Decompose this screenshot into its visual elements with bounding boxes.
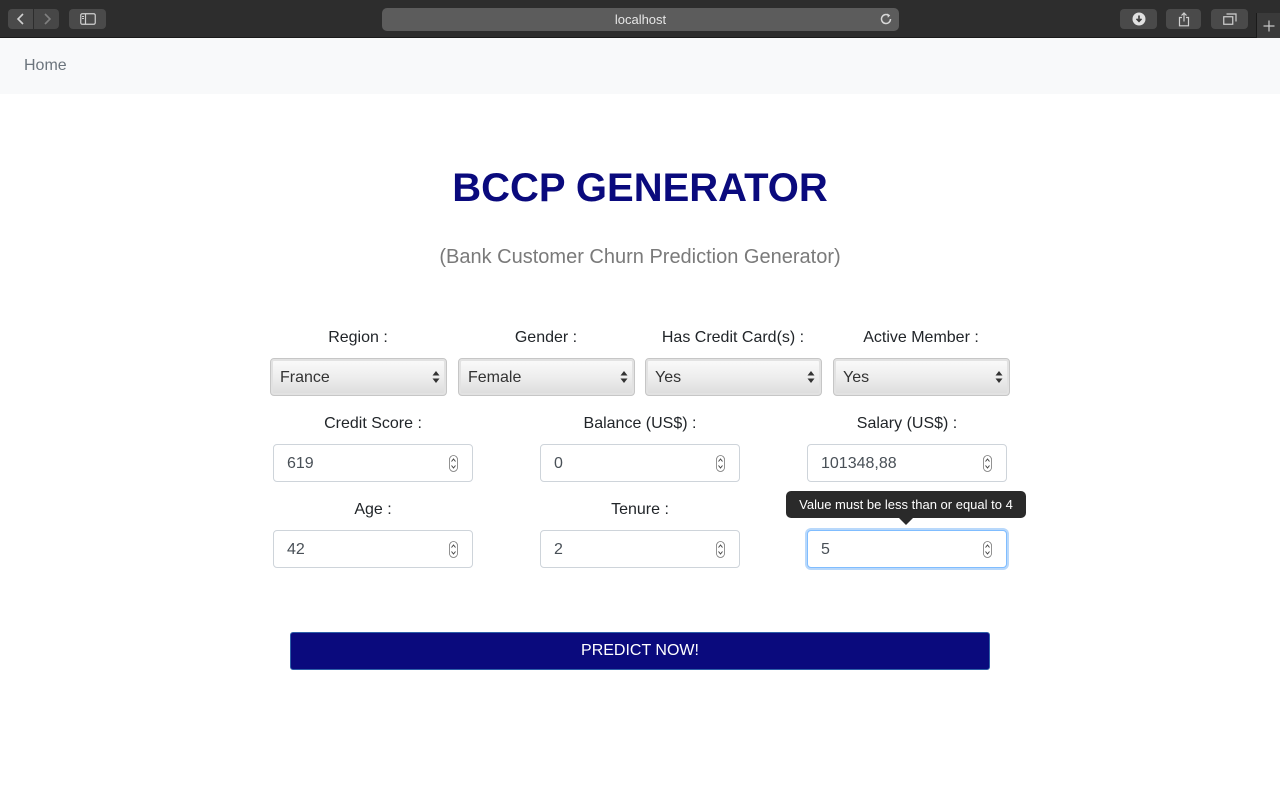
page-title: BCCP GENERATOR [452,166,828,210]
downloads-button[interactable] [1120,9,1157,29]
balance-label: Balance (US$) : [583,415,697,432]
predict-button[interactable]: PREDICT NOW! [290,632,990,670]
salary-input[interactable]: 101348,88 [807,444,1007,482]
region-label: Region : [328,329,388,346]
address-bar[interactable]: localhost [382,8,899,31]
plus-icon [1263,20,1274,31]
url-text: localhost [614,12,667,27]
age-value: 42 [287,541,305,558]
salary-label: Salary (US$) : [856,415,958,432]
tenure-value: 2 [554,541,563,558]
region-value: France [280,369,330,386]
credit-score-input[interactable]: 619 [273,444,473,482]
products-value: 5 [821,541,830,558]
credit-score-label: Credit Score : [324,415,422,432]
new-tab-button[interactable] [1256,13,1280,38]
reload-button[interactable] [879,12,893,29]
reload-icon [880,13,892,25]
stepper-icon[interactable] [983,455,992,472]
tenure-input[interactable]: 2 [540,530,740,568]
navbar: Home [0,38,1280,94]
share-icon [1178,11,1189,26]
credit-score-value: 619 [287,455,314,472]
download-icon [1132,12,1145,26]
share-button[interactable] [1166,9,1201,29]
stepper-icon[interactable] [449,455,458,472]
select-arrows-icon [432,371,440,383]
stepper-icon[interactable] [449,541,458,558]
region-select[interactable]: France [270,358,447,396]
forward-icon [43,13,51,25]
active-member-label: Active Member : [863,329,979,346]
back-icon [16,13,24,25]
gender-value: Female [468,369,522,386]
sidebar-toggle-button[interactable] [69,9,106,29]
stepper-icon[interactable] [983,541,992,558]
back-button[interactable] [8,9,33,29]
gender-select[interactable]: Female [458,358,635,396]
salary-value: 101348,88 [821,455,897,472]
stepper-icon[interactable] [716,541,725,558]
nav-home-link[interactable]: Home [24,57,67,75]
balance-value: 0 [554,455,563,472]
credit-card-value: Yes [655,369,682,386]
tenure-label: Tenure : [611,501,669,518]
browser-toolbar: localhost [0,0,1280,38]
gender-label: Gender : [514,329,578,346]
age-label: Age : [354,501,392,518]
active-member-select[interactable]: Yes [833,358,1010,396]
select-arrows-icon [995,371,1003,383]
validation-tooltip: Value must be less than or equal to 4 [786,491,1026,525]
stepper-icon[interactable] [716,455,725,472]
products-input[interactable]: 5 [807,530,1007,568]
select-arrows-icon [620,371,628,383]
balance-input[interactable]: 0 [540,444,740,482]
tabs-icon [1222,13,1237,25]
age-input[interactable]: 42 [273,530,473,568]
page-subtitle: (Bank Customer Churn Prediction Generato… [439,246,841,268]
active-member-value: Yes [843,369,870,386]
credit-card-label: Has Credit Card(s) : [661,329,805,346]
select-arrows-icon [807,371,815,383]
tab-overview-button[interactable] [1211,9,1248,29]
sidebar-icon [79,13,96,25]
forward-button[interactable] [34,9,59,29]
credit-card-select[interactable]: Yes [645,358,822,396]
